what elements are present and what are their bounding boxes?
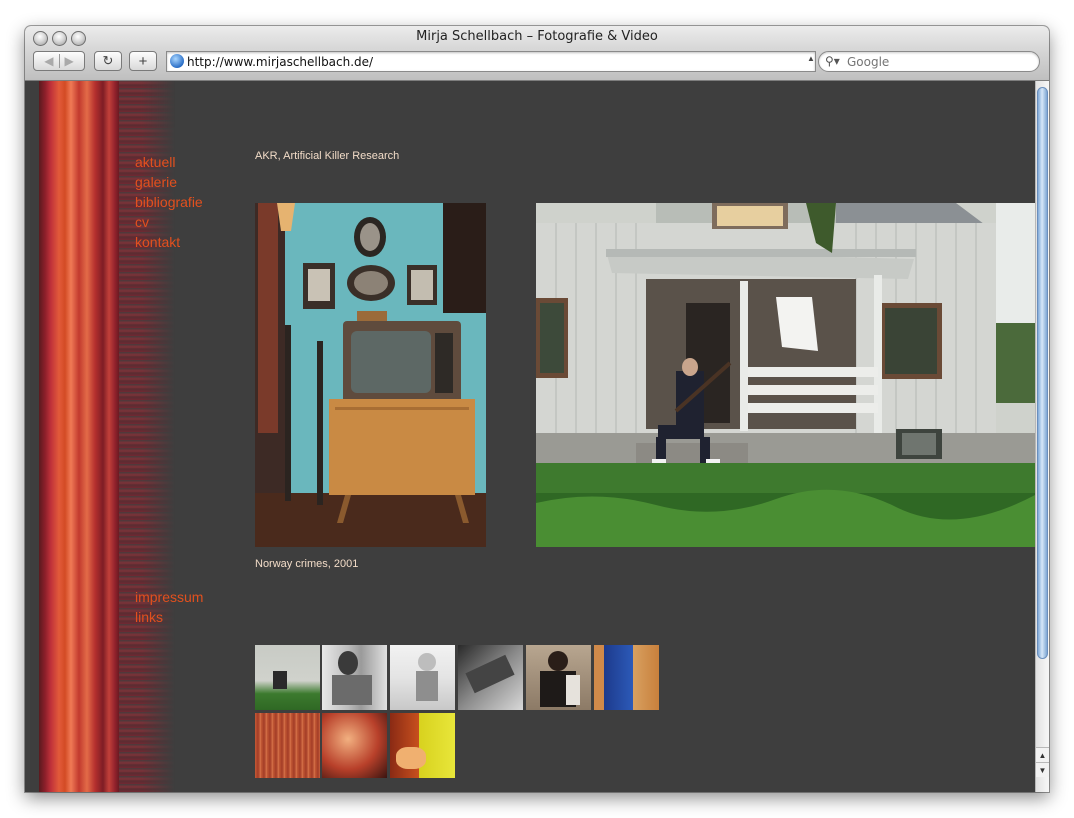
- search-icon[interactable]: ⚲▾: [825, 54, 840, 68]
- gallery-thumbnail[interactable]: [594, 645, 659, 710]
- thumbnail-figure: [566, 675, 580, 705]
- scroll-down-arrow-icon[interactable]: ▼: [1036, 762, 1049, 777]
- browser-window: Mirja Schellbach – Fotografie & Video ◀ …: [25, 26, 1049, 792]
- footer-nav: impressum links: [135, 587, 203, 627]
- photo-caption: Norway crimes, 2001: [255, 558, 359, 570]
- gallery-thumbnail[interactable]: [390, 713, 455, 778]
- gallery-thumbnail[interactable]: [322, 713, 387, 778]
- gallery-thumbnail[interactable]: [255, 713, 320, 778]
- thumbnail-figure: [396, 747, 426, 769]
- photo-house-porch[interactable]: [536, 203, 1035, 547]
- nav-link-galerie[interactable]: galerie: [135, 172, 203, 192]
- gallery-thumbnail[interactable]: [322, 645, 387, 710]
- thumbnail-figure: [548, 651, 568, 671]
- reload-icon: ↻: [102, 53, 114, 68]
- thumbnail-figure: [332, 675, 372, 705]
- thumbnail-figure: [465, 654, 515, 694]
- decorative-stripes: [39, 81, 119, 792]
- vertical-scrollbar[interactable]: ▲ ▼: [1035, 81, 1049, 792]
- plus-icon: +: [138, 52, 148, 70]
- add-bookmark-button[interactable]: +: [129, 51, 157, 71]
- window-title: Mirja Schellbach – Fotografie & Video: [416, 29, 658, 44]
- thumbnail-figure: [418, 653, 436, 671]
- nav-link-cv[interactable]: cv: [135, 212, 203, 232]
- photo-interior-tv[interactable]: [255, 203, 486, 547]
- address-bar[interactable]: http://www.mirjaschellbach.de/: [166, 51, 816, 72]
- photo-house-porch-image: [536, 203, 1035, 547]
- reload-button[interactable]: ↻: [94, 51, 122, 71]
- thumbnail-figure: [338, 651, 358, 675]
- scroll-up-arrow-icon[interactable]: ▲: [1036, 747, 1049, 762]
- gallery-thumbnail[interactable]: [390, 645, 455, 710]
- globe-icon: [170, 54, 184, 68]
- thumbnail-figure: [273, 671, 287, 689]
- gallery-thumbnail[interactable]: [255, 645, 320, 710]
- snapback-icon[interactable]: ▲: [807, 54, 815, 63]
- nav-link-bibliografie[interactable]: bibliografie: [135, 192, 203, 212]
- nav-link-impressum[interactable]: impressum: [135, 587, 203, 607]
- gallery-thumbnail[interactable]: [526, 645, 591, 710]
- gallery-thumbnail[interactable]: [458, 645, 523, 710]
- scrollbar-thumb[interactable]: [1037, 87, 1048, 659]
- photo-interior-tv-image: [255, 203, 486, 547]
- nav-link-links[interactable]: links: [135, 607, 203, 627]
- url-text[interactable]: http://www.mirjaschellbach.de/: [187, 55, 373, 69]
- search-field[interactable]: ⚲▾: [818, 51, 1040, 72]
- forward-arrow-icon[interactable]: ▶: [65, 54, 74, 68]
- title-bar: Mirja Schellbach – Fotografie & Video ◀ …: [25, 26, 1049, 81]
- back-arrow-icon[interactable]: ◀: [44, 54, 53, 68]
- main-nav: aktuell galerie bibliografie cv kontakt: [135, 152, 203, 252]
- back-forward-buttons[interactable]: ◀ ▶: [33, 51, 85, 71]
- nav-link-kontakt[interactable]: kontakt: [135, 232, 203, 252]
- nav-link-aktuell[interactable]: aktuell: [135, 152, 203, 172]
- page-content: aktuell galerie bibliografie cv kontakt …: [25, 81, 1035, 792]
- search-input[interactable]: [845, 54, 1029, 70]
- page-title: AKR, Artificial Killer Research: [255, 150, 400, 162]
- thumbnail-figure: [416, 671, 438, 701]
